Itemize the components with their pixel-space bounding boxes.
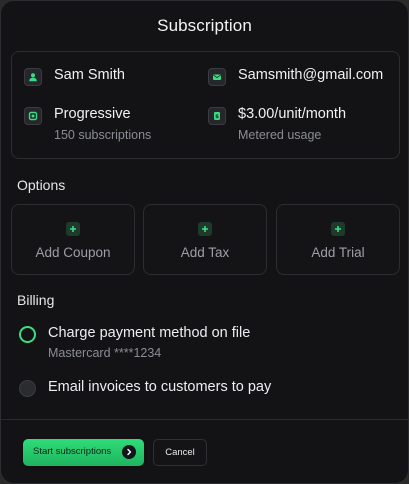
add-tax-button[interactable]: Add Tax [143,204,267,275]
cancel-label: Cancel [165,447,195,458]
customer-name: Sam Smith [54,67,125,83]
billing-heading: Billing [17,292,55,308]
arrow-right-icon [122,445,136,459]
subscription-dialog: Subscription Sam Smith Samsmith@gmail.co… [0,0,409,484]
start-subscriptions-button[interactable]: Start subscriptions [23,439,144,466]
radio-selected[interactable] [19,326,36,343]
subscription-summary-card: Sam Smith Samsmith@gmail.com Progressive… [11,51,400,159]
options-heading: Options [17,177,66,193]
dialog-title: Subscription [157,16,252,35]
start-subscriptions-label: Start subscriptions [33,446,112,457]
add-coupon-label: Add Coupon [35,245,111,260]
radio-unselected[interactable] [19,380,36,397]
user-icon [24,68,42,86]
email-invoices-label: Email invoices to customers to pay [48,379,272,395]
payment-method-detail: Mastercard ****1234 [48,346,162,360]
add-tax-label: Add Tax [180,245,230,260]
plan-icon [24,107,42,125]
price-type: Metered usage [238,128,322,142]
footer-divider [1,419,408,420]
plus-icon [66,222,80,236]
add-trial-button[interactable]: Add Trial [276,204,400,275]
customer-email: Samsmith@gmail.com [238,67,384,83]
svg-text:$: $ [215,114,219,120]
add-trial-label: Add Trial [311,245,365,260]
add-coupon-button[interactable]: Add Coupon [11,204,135,275]
mail-icon [208,68,226,86]
cancel-button[interactable]: Cancel [153,439,207,466]
plus-icon [198,222,212,236]
plan-name: Progressive [54,106,131,122]
dollar-icon: $ [208,107,226,125]
charge-on-file-label: Charge payment method on file [48,325,251,341]
price: $3.00/unit/month [238,106,347,122]
plus-icon [331,222,345,236]
plan-subscriptions-count: 150 subscriptions [54,128,152,142]
